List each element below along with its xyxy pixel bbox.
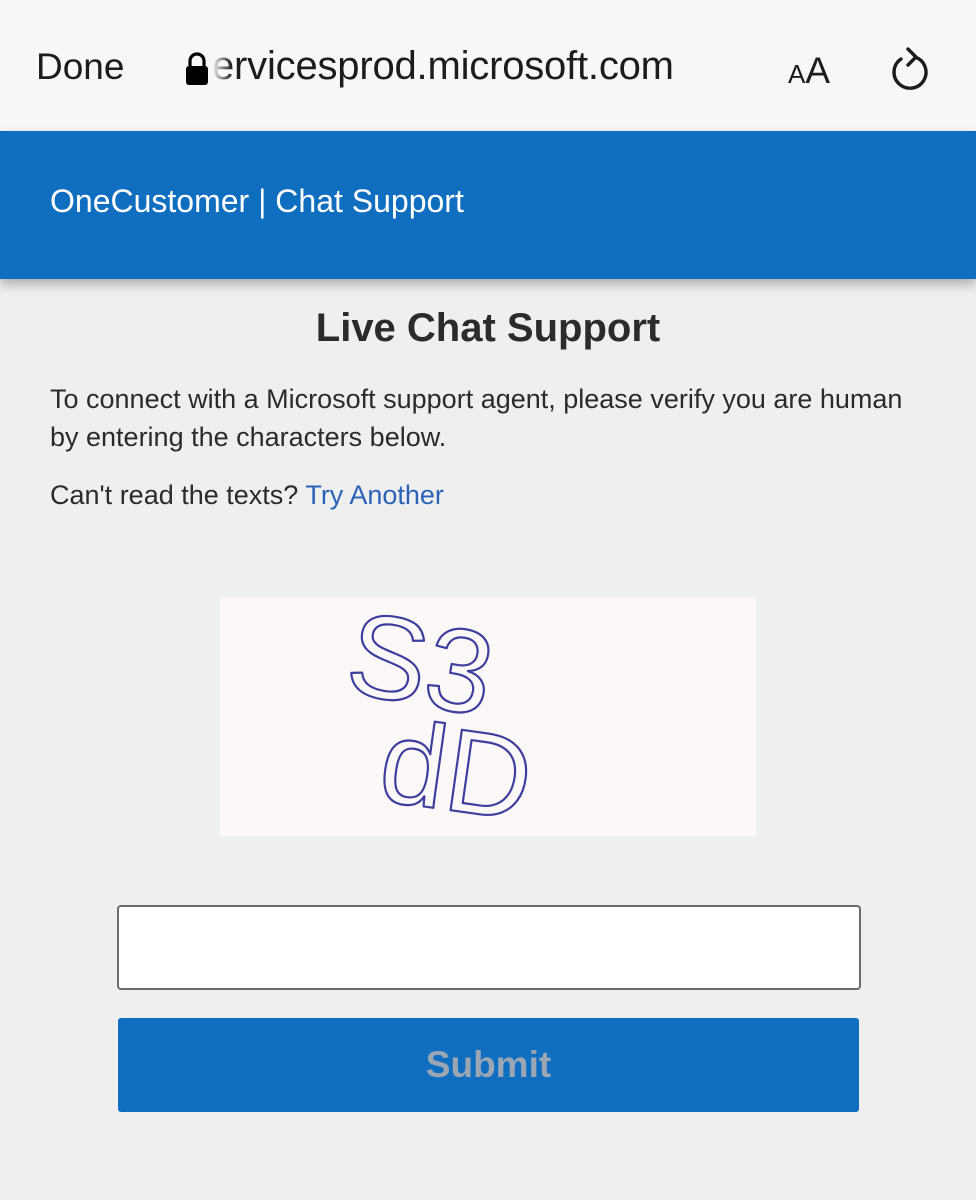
browser-toolbar: Done ervicesprod.microsoft.com AA xyxy=(0,0,976,130)
captcha-input[interactable] xyxy=(117,905,861,990)
captcha-text-line2: dD xyxy=(372,695,540,836)
site-header: OneCustomer | Chat Support xyxy=(0,131,976,279)
verification-instructions: To connect with a Microsoft support agen… xyxy=(50,384,903,452)
try-another-link[interactable]: Try Another xyxy=(305,480,444,510)
submit-button[interactable]: Submit xyxy=(118,1018,859,1112)
url-fade xyxy=(212,44,232,94)
site-header-title: OneCustomer | Chat Support xyxy=(50,183,464,219)
aa-small-glyph: A xyxy=(788,59,806,89)
reader-text-size-button[interactable]: AA xyxy=(788,50,830,92)
reload-icon[interactable] xyxy=(886,44,932,92)
captcha-retry-prompt: Can't read the texts? xyxy=(50,480,299,510)
done-button[interactable]: Done xyxy=(36,46,124,88)
address-bar-url[interactable]: ervicesprod.microsoft.com xyxy=(212,44,674,89)
captcha-retry-line: Can't read the texts? Try Another xyxy=(50,480,444,511)
lock-icon xyxy=(186,52,208,85)
captcha-image: S3 dD xyxy=(220,586,756,848)
page-title: Live Chat Support xyxy=(315,306,661,350)
captcha-graphic: S3 dD xyxy=(337,586,541,848)
aa-large-glyph: A xyxy=(805,50,831,91)
